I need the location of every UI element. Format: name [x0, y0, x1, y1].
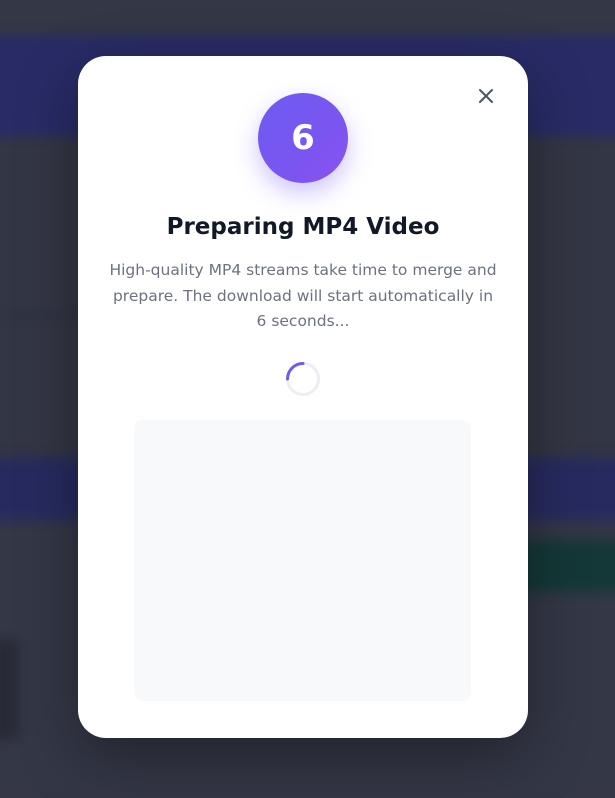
ad-placeholder — [134, 420, 471, 701]
modal-description: High-quality MP4 streams take time to me… — [109, 261, 497, 330]
loading-spinner-icon — [286, 362, 320, 396]
download-preparing-modal: 6 Preparing MP4 Video High-quality MP4 s… — [78, 56, 528, 738]
countdown-badge: 6 — [258, 93, 348, 183]
modal-title: Preparing MP4 Video — [166, 214, 440, 240]
close-button[interactable] — [474, 84, 498, 108]
countdown-number: 6 — [291, 118, 315, 158]
close-icon — [479, 89, 493, 103]
